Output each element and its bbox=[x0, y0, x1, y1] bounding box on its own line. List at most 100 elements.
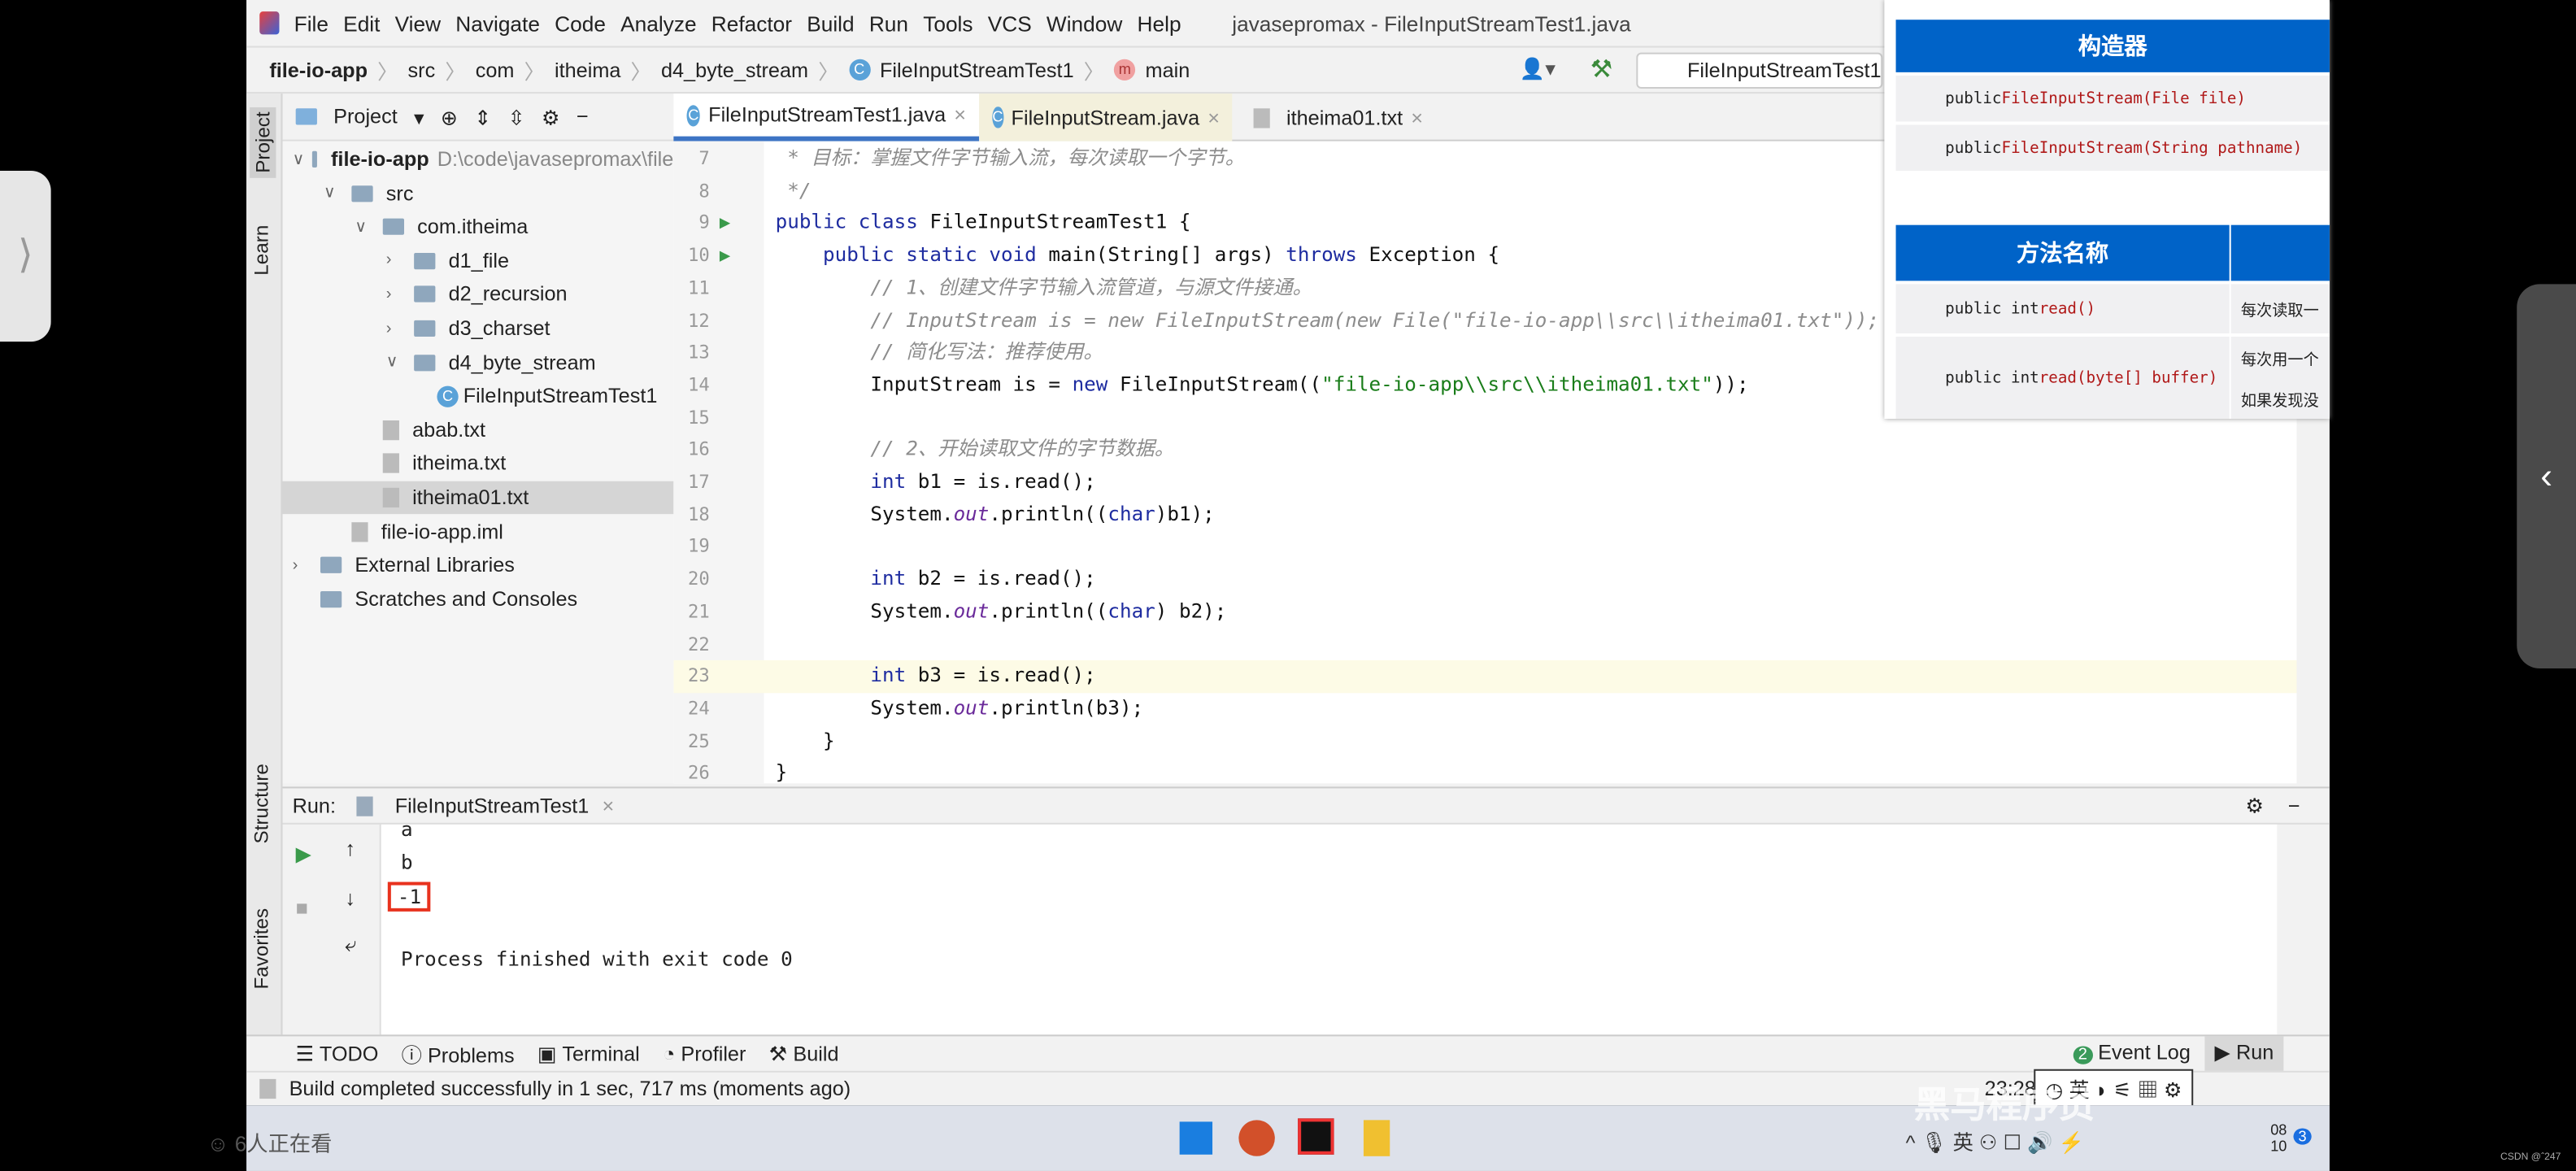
project-view-select[interactable]: Project bbox=[333, 105, 398, 128]
chevron-right-icon[interactable]: › bbox=[386, 285, 406, 303]
menu-item-run[interactable]: Run bbox=[869, 11, 908, 35]
rerun-icon[interactable]: ▶ bbox=[296, 841, 311, 865]
hide-icon[interactable]: − bbox=[577, 105, 589, 128]
intellij-taskbar-icon[interactable] bbox=[1298, 1118, 1334, 1155]
tree-item[interactable]: ∨ d4_byte_stream bbox=[283, 346, 674, 378]
breadcrumb-item[interactable]: d4_byte_stream bbox=[661, 59, 808, 81]
notes-icon[interactable] bbox=[1363, 1120, 1390, 1156]
tree-item[interactable]: abab.txt bbox=[283, 414, 674, 446]
breadcrumb-item[interactable]: main bbox=[1146, 59, 1190, 81]
code-token: .println(b3); bbox=[989, 696, 1144, 720]
locate-icon[interactable]: ⊕ bbox=[441, 104, 458, 128]
console-output[interactable]: a b -1 Process finished with exit code 0 bbox=[381, 818, 2278, 1035]
windows-start-icon[interactable] bbox=[1179, 1121, 1213, 1155]
tree-item[interactable]: file-io-app.iml bbox=[283, 515, 674, 547]
menu-item-tools[interactable]: Tools bbox=[923, 11, 973, 35]
code-text: // InputStream is = new FileInputStream(… bbox=[776, 305, 1879, 337]
menu-item-code[interactable]: Code bbox=[555, 11, 606, 35]
collapse-all-icon[interactable]: ⇳ bbox=[508, 104, 525, 128]
side-tab-project[interactable]: Project bbox=[250, 107, 276, 178]
tool-profiler[interactable]: ◔ Profiler bbox=[663, 1042, 746, 1064]
close-icon[interactable]: × bbox=[1208, 106, 1220, 128]
breadcrumb-item[interactable]: src bbox=[408, 59, 436, 81]
close-icon[interactable]: × bbox=[603, 794, 615, 816]
close-icon[interactable]: × bbox=[1411, 106, 1423, 128]
code-text: int b3 = is.read(); bbox=[776, 660, 1095, 693]
run-gutter-icon[interactable]: ▶ bbox=[720, 207, 730, 240]
tree-item[interactable]: › d1_file bbox=[283, 245, 674, 277]
minimize-icon[interactable]: − bbox=[2288, 794, 2300, 816]
down-icon[interactable]: ↓ bbox=[345, 887, 355, 910]
tray-icons[interactable]: ^ 🎙 英 ⚇ ☐ 🔊 ⚡ bbox=[1906, 1125, 2084, 1156]
tree-item[interactable]: itheima01.txt bbox=[282, 481, 674, 515]
tree-item[interactable]: ∨ com.itheima bbox=[283, 211, 674, 243]
tree-item[interactable]: › d3_charset bbox=[283, 312, 674, 345]
run-tool-button[interactable]: ▶ Run bbox=[2204, 1036, 2284, 1071]
tool-todo[interactable]: ☰ TODO bbox=[296, 1041, 379, 1065]
tab-itheima01-txt[interactable]: itheima01.txt × bbox=[1232, 94, 1446, 141]
run-gutter-icon[interactable]: ▶ bbox=[720, 240, 730, 272]
menu-item-build[interactable]: Build bbox=[807, 11, 854, 35]
side-tab-learn[interactable]: Learn bbox=[250, 225, 272, 276]
up-icon[interactable]: ↑ bbox=[345, 838, 355, 860]
tree-item[interactable]: ∨ file-io-app D:\code\javasepromax\file bbox=[283, 143, 674, 176]
close-icon[interactable]: × bbox=[954, 103, 966, 126]
breadcrumb-item[interactable]: FileInputStreamTest1 bbox=[880, 59, 1074, 81]
tool-problems[interactable]: ⓘ Problems bbox=[402, 1038, 515, 1069]
menu-item-window[interactable]: Window bbox=[1046, 11, 1122, 35]
chevron-right-icon[interactable]: › bbox=[386, 320, 406, 337]
side-tab-favorites[interactable]: Favorites bbox=[250, 908, 272, 990]
left-side-handle[interactable]: ⟩ bbox=[0, 171, 51, 342]
tool-window-bar: ☰ TODO ⓘ Problems ▣ Terminal ◔ Profiler ⚒ Bu… bbox=[246, 1034, 2330, 1070]
tab-fileinputstreamtest1-java[interactable]: C FileInputStreamTest1.java × bbox=[673, 94, 980, 141]
user-icon[interactable]: 👤▾ bbox=[1520, 56, 1556, 82]
chevron-right-icon[interactable]: › bbox=[386, 252, 406, 270]
breadcrumb-item[interactable]: itheima bbox=[555, 59, 620, 81]
chevron-down-icon[interactable]: ∨ bbox=[386, 353, 406, 371]
tree-item[interactable]: ∨ src bbox=[283, 176, 674, 209]
tree-label: itheima01.txt bbox=[412, 485, 529, 510]
console-line: Process finished with exit code 0 bbox=[400, 947, 793, 971]
expand-all-icon[interactable]: ⇕ bbox=[474, 104, 491, 128]
code-token: "file-io-app\\src\\itheima01.txt" bbox=[1321, 372, 1713, 396]
chevron-down-icon[interactable]: ∨ bbox=[293, 150, 305, 168]
breadcrumb-item[interactable]: com bbox=[476, 59, 515, 81]
stop-icon[interactable]: ■ bbox=[296, 897, 308, 920]
code-text: */ bbox=[776, 175, 811, 207]
code-text: public class FileInputStreamTest1 { bbox=[776, 207, 1191, 240]
soft-wrap-icon[interactable]: ⤶ bbox=[345, 933, 356, 957]
code-token: FileInputStreamTest1 { bbox=[929, 211, 1191, 234]
menu-item-refactor[interactable]: Refactor bbox=[711, 11, 792, 35]
menu-item-navigate[interactable]: Navigate bbox=[455, 11, 540, 35]
tree-item[interactable]: itheima.txt bbox=[283, 447, 674, 480]
menu-item-edit[interactable]: Edit bbox=[343, 11, 380, 35]
tool-terminal[interactable]: ▣ Terminal bbox=[537, 1041, 640, 1065]
menu-item-view[interactable]: View bbox=[395, 11, 441, 35]
run-config-select[interactable]: FileInputStreamTest1 bbox=[1636, 52, 1883, 89]
line-number: 8 bbox=[698, 180, 710, 202]
chevron-down-icon[interactable]: ∨ bbox=[355, 218, 374, 236]
powerpoint-icon[interactable] bbox=[1238, 1120, 1275, 1156]
tab-fileinputstream-java[interactable]: C FileInputStream.java × bbox=[979, 94, 1233, 141]
menu-item-analyze[interactable]: Analyze bbox=[620, 11, 696, 35]
tool-build[interactable]: ⚒ Build bbox=[769, 1041, 839, 1065]
side-tab-structure[interactable]: Structure bbox=[250, 764, 272, 843]
class-icon: C bbox=[992, 107, 1003, 128]
tree-item[interactable]: › d2_recursion bbox=[283, 278, 674, 311]
gear-icon[interactable]: ⚙ bbox=[2245, 793, 2264, 817]
tree-item[interactable]: Scratches and Consoles bbox=[283, 583, 674, 616]
build-hammer-icon[interactable]: ⚒ bbox=[1590, 54, 1612, 84]
menu-item-file[interactable]: File bbox=[294, 11, 329, 35]
menu-item-vcs[interactable]: VCS bbox=[988, 11, 1032, 35]
chevron-right-icon[interactable]: › bbox=[293, 556, 312, 574]
right-side-handle[interactable]: ‹ bbox=[2517, 284, 2576, 668]
gear-icon[interactable]: ⚙ bbox=[542, 104, 560, 128]
event-log-button[interactable]: 2 Event Log bbox=[2073, 1041, 2191, 1064]
menu-item-help[interactable]: Help bbox=[1138, 11, 1181, 35]
tree-item[interactable]: › External Libraries bbox=[283, 549, 674, 581]
run-tab[interactable]: FileInputStreamTest1 bbox=[395, 794, 590, 816]
chevron-down-icon[interactable]: ∨ bbox=[324, 184, 343, 202]
breadcrumb-item[interactable]: file-io-app bbox=[269, 59, 368, 81]
notification-badge[interactable]: 3 bbox=[2293, 1128, 2312, 1145]
tree-item[interactable]: C FileInputStreamTest1 bbox=[283, 380, 674, 412]
